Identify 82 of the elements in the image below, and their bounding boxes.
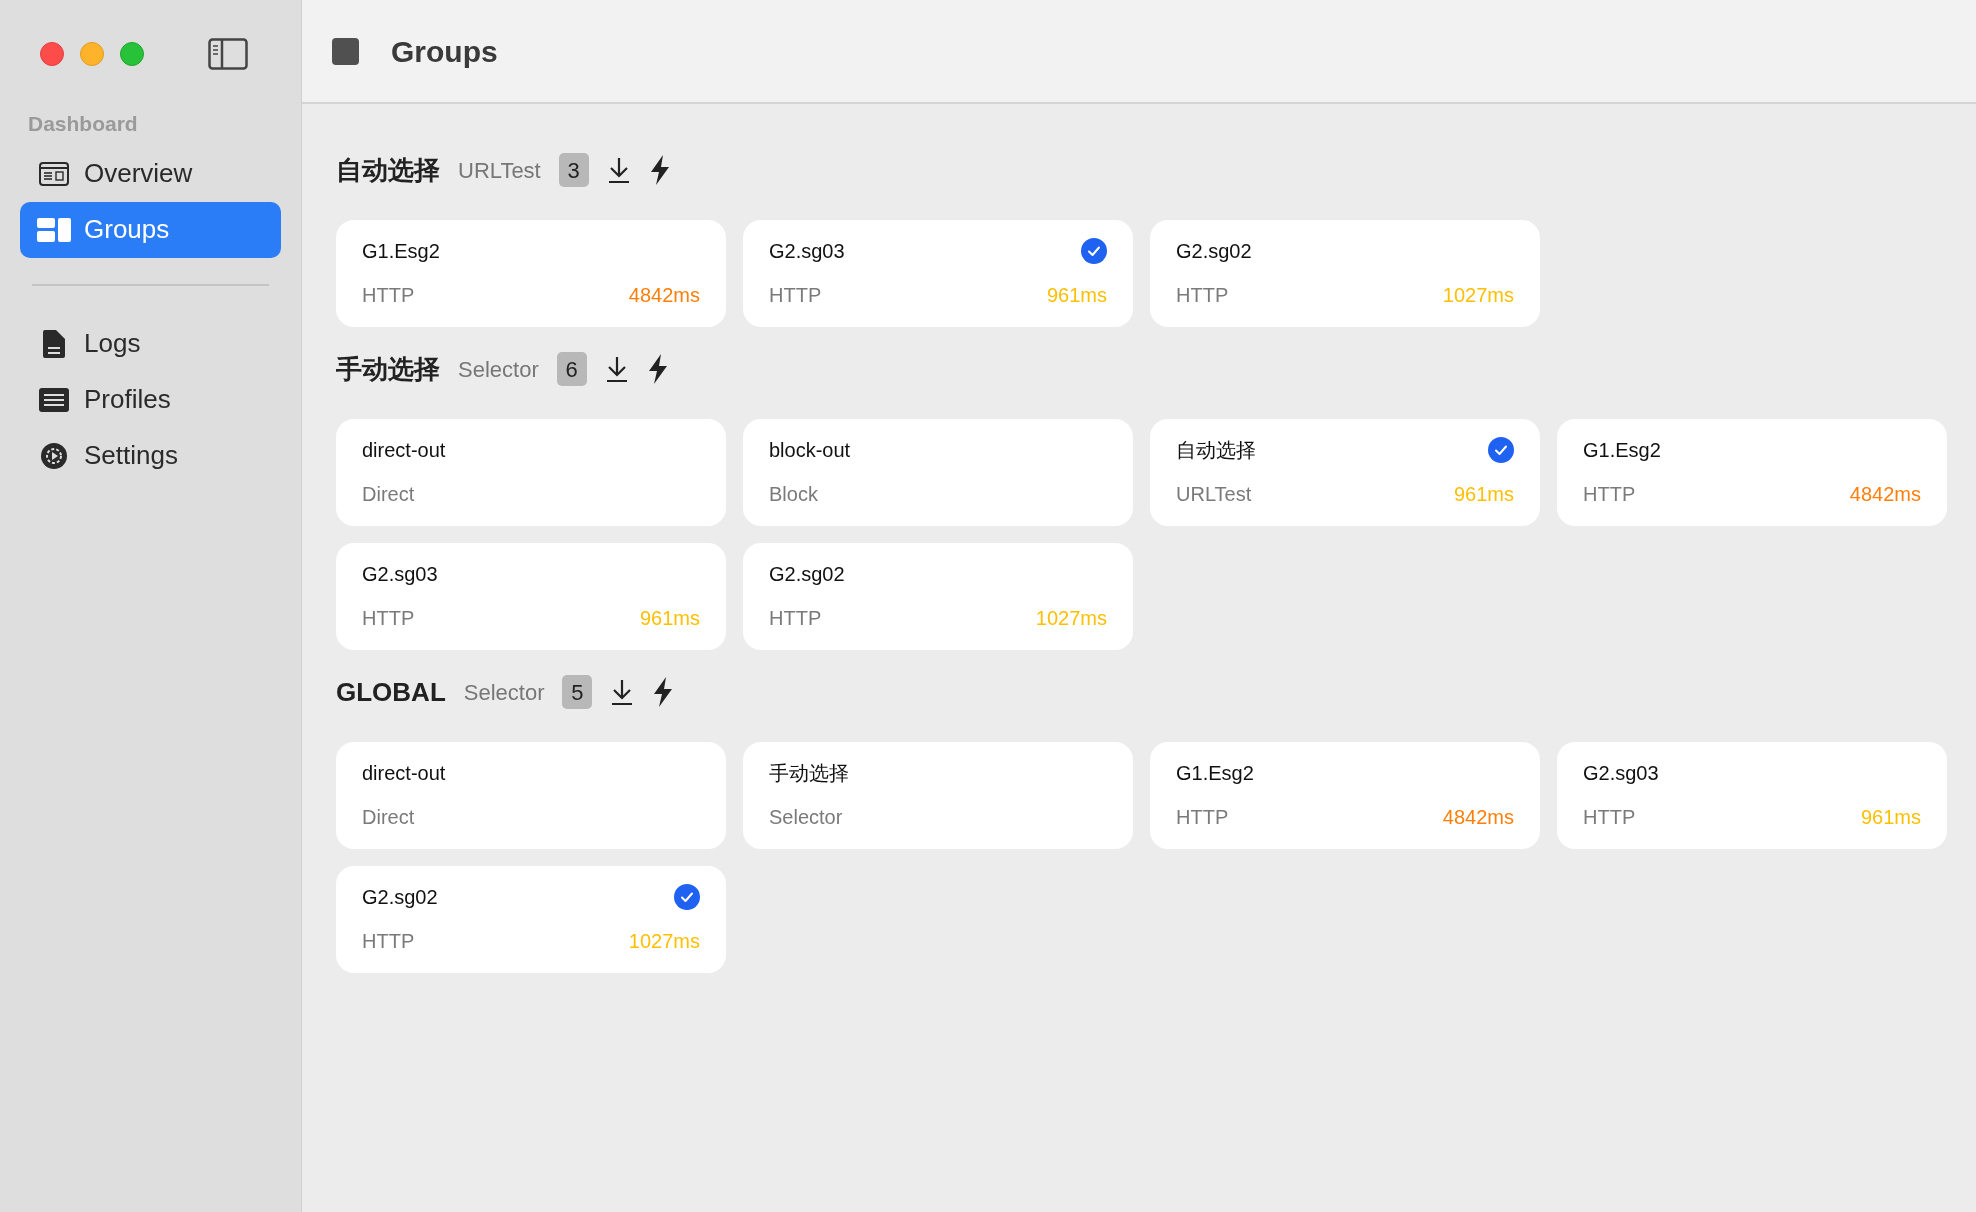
outbound-card[interactable]: direct-out Direct <box>336 419 726 526</box>
group-type: Selector <box>463 678 545 707</box>
outbound-card[interactable]: block-out Block <box>743 419 1133 526</box>
outbound-card[interactable]: G1.Esg2 HTTP 4842ms <box>1557 419 1947 526</box>
outbound-name: 手动选择 <box>769 760 849 786</box>
download-icon[interactable] <box>610 678 635 706</box>
latency-label: 4842ms <box>628 282 700 308</box>
outbound-card[interactable]: 自动选择 URLTest 961ms <box>1150 419 1540 526</box>
outbound-type: HTTP <box>362 605 415 631</box>
outbound-name: G2.sg02 <box>1176 238 1252 264</box>
count-badge: 3 <box>558 153 589 187</box>
group-type: Selector <box>458 355 539 384</box>
outbound-type: HTTP <box>1176 282 1229 308</box>
outbound-type: HTTP <box>769 282 822 308</box>
outbound-type: Selector <box>769 804 843 830</box>
outbound-card[interactable]: G1.Esg2 HTTP 4842ms <box>336 220 726 327</box>
sidebar-section-title: Dashboard <box>27 111 139 137</box>
latency-label: 961ms <box>1453 481 1514 507</box>
outbound-type: HTTP <box>1583 481 1636 507</box>
outbound-name: direct-out <box>362 760 446 786</box>
sidebar-item[interactable]: Logs <box>20 315 281 372</box>
sidebar-item[interactable]: Profiles <box>20 371 281 428</box>
group-name: 自动选择 <box>336 153 440 187</box>
latency-label: 4842ms <box>1442 804 1514 830</box>
outbound-name: G2.sg03 <box>362 561 438 587</box>
outbound-name: 自动选择 <box>1176 437 1256 463</box>
latency-label: 961ms <box>1860 804 1921 830</box>
count-badge: 5 <box>562 675 593 709</box>
outbound-card[interactable]: G2.sg02 HTTP 1027ms <box>1150 220 1540 327</box>
download-icon[interactable] <box>606 156 631 184</box>
sidebar-item[interactable]: Groups <box>20 201 281 258</box>
outbound-type: Block <box>769 481 818 507</box>
outbound-name: G2.sg03 <box>769 238 845 264</box>
group-name: 手动选择 <box>336 352 440 386</box>
count-badge: 6 <box>556 352 587 386</box>
list-icon <box>39 387 69 412</box>
close-window-icon[interactable] <box>40 42 64 66</box>
group-name: GLOBAL <box>336 675 446 709</box>
outbound-name: direct-out <box>362 437 446 463</box>
lightning-icon[interactable] <box>648 155 671 185</box>
outbound-name: G2.sg03 <box>1583 760 1659 786</box>
outbound-type: HTTP <box>1176 804 1229 830</box>
outbound-name: G1.Esg2 <box>1176 760 1254 786</box>
document-icon <box>43 329 65 358</box>
download-icon[interactable] <box>604 355 629 383</box>
outbound-name: block-out <box>769 437 851 463</box>
window-icon <box>39 161 69 186</box>
latency-label: 961ms <box>639 605 700 631</box>
outbound-name: G2.sg02 <box>769 561 845 587</box>
outbound-name: G2.sg02 <box>362 884 438 910</box>
latency-label: 1027ms <box>628 928 700 954</box>
outbound-card[interactable]: G1.Esg2 HTTP 4842ms <box>1150 742 1540 849</box>
outbound-type: HTTP <box>362 928 415 954</box>
outbound-card[interactable]: G2.sg03 HTTP 961ms <box>743 220 1133 327</box>
outbound-type: HTTP <box>362 282 415 308</box>
latency-label: 961ms <box>1046 282 1107 308</box>
outbound-card[interactable]: G2.sg03 HTTP 961ms <box>1557 742 1947 849</box>
settings-icon <box>41 442 67 469</box>
lightning-icon[interactable] <box>652 677 675 707</box>
latency-label: 4842ms <box>1849 481 1921 507</box>
sidebar-toggle-icon[interactable] <box>208 38 248 70</box>
outbound-type: HTTP <box>769 605 822 631</box>
tiles-icon <box>37 217 71 242</box>
outbound-card[interactable]: G2.sg02 HTTP 1027ms <box>336 866 726 973</box>
sidebar-item[interactable]: Settings <box>20 427 281 484</box>
lightning-icon[interactable] <box>646 354 669 384</box>
outbound-card[interactable]: 手动选择 Selector <box>743 742 1133 849</box>
stop-icon[interactable] <box>332 37 359 65</box>
group-type: URLTest <box>458 156 541 185</box>
latency-label: 1027ms <box>1442 282 1514 308</box>
sidebar-item[interactable]: Overview <box>20 145 281 202</box>
outbound-card[interactable]: direct-out Direct <box>336 742 726 849</box>
outbound-type: Direct <box>362 804 415 830</box>
outbound-card[interactable]: G2.sg03 HTTP 961ms <box>336 543 726 650</box>
latency-label: 1027ms <box>1035 605 1107 631</box>
outbound-name: G1.Esg2 <box>1583 437 1661 463</box>
outbound-type: URLTest <box>1176 481 1252 507</box>
page-title: Groups <box>391 33 498 70</box>
outbound-type: Direct <box>362 481 415 507</box>
outbound-card[interactable]: G2.sg02 HTTP 1027ms <box>743 543 1133 650</box>
outbound-type: HTTP <box>1583 804 1636 830</box>
outbound-name: G1.Esg2 <box>362 238 440 264</box>
